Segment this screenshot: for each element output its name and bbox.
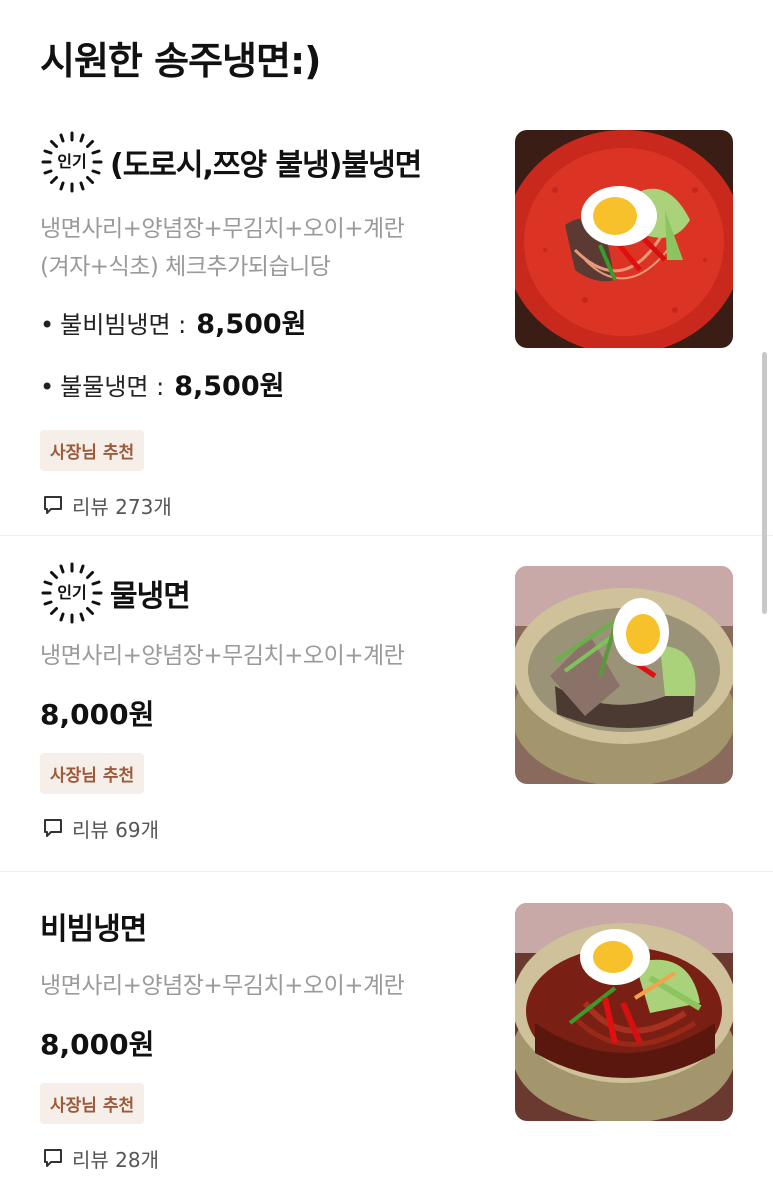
item-name-row: 인기 (도로시,쯔양 불냉)불냉면 bbox=[40, 130, 490, 194]
popular-badge: 인기 bbox=[40, 561, 104, 625]
bibim-naengmyeon-photo[interactable] bbox=[515, 903, 733, 1121]
item-name: (도로시,쯔양 불냉)불냉면 bbox=[110, 148, 422, 183]
popular-badge-label: 인기 bbox=[57, 152, 87, 171]
item-price: 8,000원 bbox=[40, 1028, 155, 1061]
owner-recommend-tag: 사장님 추천 bbox=[40, 1083, 145, 1124]
item-description: 냉면사리+양념장+무김치+오이+계란 bbox=[40, 643, 405, 669]
option-label: 불물냉면 : bbox=[60, 373, 165, 401]
option-label: 불비빔냉면 : bbox=[60, 311, 187, 339]
item-price: 8,000원 bbox=[40, 698, 155, 731]
price-option: • 불비빔냉면 : 8,500원 bbox=[40, 294, 490, 356]
speech-bubble-icon bbox=[44, 496, 62, 514]
bullet: • bbox=[40, 311, 55, 339]
menu-item[interactable]: 인기 (도로시,쯔양 불냉)불냉면 냉면사리+양념장+무김치+오이+계란 (겨자… bbox=[0, 110, 773, 536]
speech-bubble-icon bbox=[44, 1149, 62, 1167]
review-count[interactable]: 리뷰 273개 bbox=[40, 485, 490, 525]
section-title: 시원한 송주냉면:) bbox=[40, 39, 322, 83]
bullet: • bbox=[40, 373, 55, 401]
spicy-cold-noodle-photo[interactable] bbox=[515, 130, 733, 348]
item-description: 냉면사리+양념장+무김치+오이+계란 bbox=[40, 216, 405, 242]
item-name: 비빔냉면 bbox=[40, 912, 147, 947]
price-option: • 불물냉면 : 8,500원 bbox=[40, 356, 490, 418]
item-description: 냉면사리+양념장+무김치+오이+계란 bbox=[40, 973, 405, 999]
item-name-row: 인기 물냉면 bbox=[40, 561, 490, 625]
review-count-label: 리뷰 273개 bbox=[72, 494, 172, 519]
option-price: 8,500원 bbox=[174, 371, 285, 402]
popular-badge: 인기 bbox=[40, 130, 104, 194]
review-count[interactable]: 리뷰 28개 bbox=[40, 1138, 490, 1178]
owner-recommend-tag: 사장님 추천 bbox=[40, 430, 145, 471]
item-name: 물냉면 bbox=[110, 579, 191, 614]
review-count-label: 리뷰 69개 bbox=[72, 817, 160, 842]
option-price: 8,500원 bbox=[196, 309, 307, 340]
menu-item[interactable]: 비빔냉면 냉면사리+양념장+무김치+오이+계란 8,000원 사장님 추천 리뷰… bbox=[0, 873, 773, 1190]
item-name-row: 비빔냉면 bbox=[40, 895, 490, 957]
popular-badge-label: 인기 bbox=[57, 583, 87, 602]
owner-recommend-tag: 사장님 추천 bbox=[40, 753, 145, 794]
item-description: (겨자+식초) 체크추가되습니당 bbox=[40, 254, 331, 280]
menu-item[interactable]: 인기 물냉면 냉면사리+양념장+무김치+오이+계란 8,000원 사장님 추천 … bbox=[0, 537, 773, 872]
mul-naengmyeon-photo[interactable] bbox=[515, 566, 733, 784]
review-count-label: 리뷰 28개 bbox=[72, 1147, 160, 1172]
review-count[interactable]: 리뷰 69개 bbox=[40, 808, 490, 848]
speech-bubble-icon bbox=[44, 819, 62, 837]
scrollbar[interactable] bbox=[762, 352, 767, 614]
